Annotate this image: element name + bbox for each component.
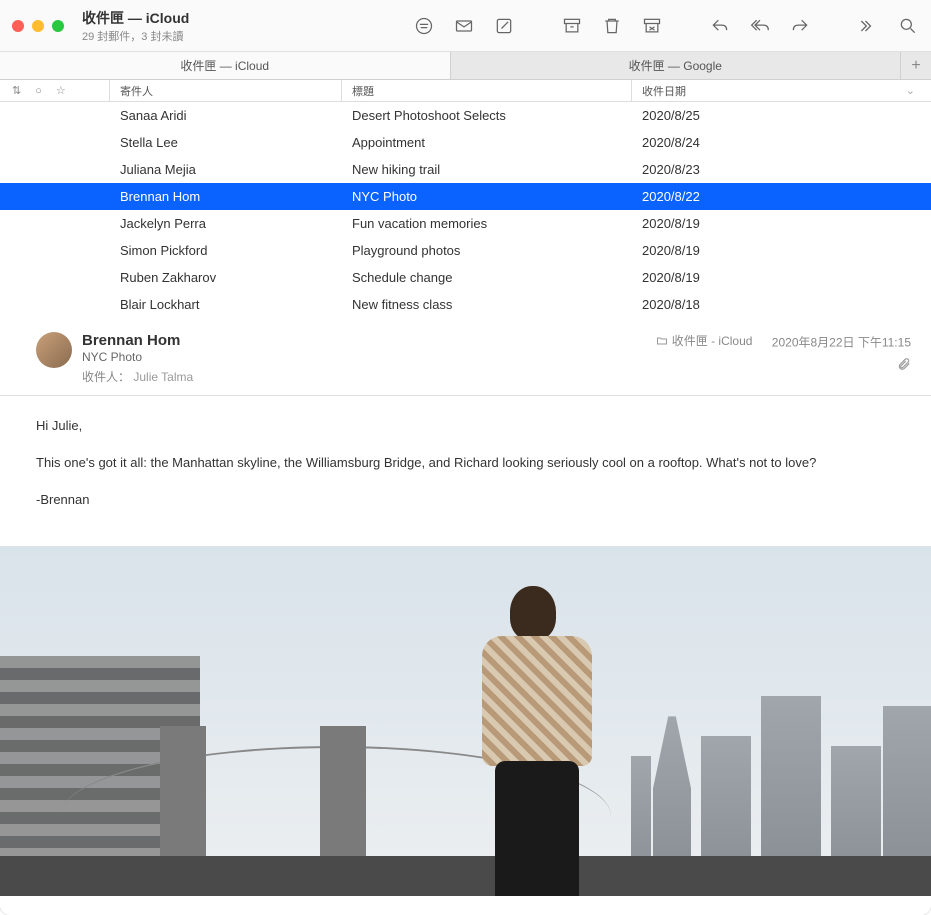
preview-datetime: 2020年8月22日 下午11:15 [772,336,911,350]
row-sender: Brennan Hom [120,189,352,204]
trash-icon[interactable] [601,15,623,37]
body-paragraph: This one's got it all: the Manhattan sky… [36,453,895,474]
row-sender: Blair Lockhart [120,297,352,312]
row-subject: Appointment [352,135,642,150]
tab-google[interactable]: 收件匣 — Google [451,52,902,79]
flag-filter-icon[interactable]: ☆ [56,84,66,97]
sort-icon[interactable]: ⇅ [12,84,21,97]
row-subject: Playground photos [352,243,642,258]
more-icon[interactable] [857,15,879,37]
junk-icon[interactable] [641,15,663,37]
minimize-window-button[interactable] [32,20,44,32]
reply-icon[interactable] [709,15,731,37]
window-title: 收件匣 — iCloud [82,8,189,28]
chevron-down-icon: ⌄ [906,84,915,97]
unread-filter-icon[interactable]: ○ [35,85,42,97]
filter-icon[interactable] [413,15,435,37]
reply-all-icon[interactable] [749,15,771,37]
row-subject: Fun vacation memories [352,216,642,231]
table-row[interactable]: Stella LeeAppointment2020/8/24 [0,129,931,156]
body-signature: -Brennan [36,490,895,511]
window-subtitle: 29 封郵件，3 封未讀 [82,28,189,44]
tab-bar: 收件匣 — iCloud 收件匣 — Google + [0,52,931,80]
body-greeting: Hi Julie, [36,416,895,437]
message-list: Sanaa AridiDesert Photoshoot Selects2020… [0,102,931,318]
attachment-photo[interactable] [0,546,931,896]
compose-icon[interactable] [493,15,515,37]
message-list-header: ⇅ ○ ☆ 寄件人 標題 收件日期⌄ [0,80,931,102]
column-subject[interactable]: 標題 [342,80,632,101]
row-subject: New hiking trail [352,162,642,177]
folder-badge[interactable]: 收件匣 - iCloud [656,332,753,349]
row-sender: Ruben Zakharov [120,270,352,285]
table-row[interactable]: Ruben ZakharovSchedule change2020/8/19 [0,264,931,291]
row-sender: Jackelyn Perra [120,216,352,231]
table-row[interactable]: Juliana MejiaNew hiking trail2020/8/23 [0,156,931,183]
row-subject: Desert Photoshoot Selects [352,108,642,123]
row-date: 2020/8/19 [642,243,931,258]
row-sender: Stella Lee [120,135,352,150]
table-row[interactable]: Brennan HomNYC Photo2020/8/22 [0,183,931,210]
close-window-button[interactable] [12,20,24,32]
row-sender: Simon Pickford [120,243,352,258]
column-date[interactable]: 收件日期⌄ [632,80,931,101]
preview-to: 收件人： Julie Talma [82,368,646,385]
window-titlebar: 收件匣 — iCloud 29 封郵件，3 封未讀 [0,0,931,52]
table-row[interactable]: Blair LockhartNew fitness class2020/8/18 [0,291,931,318]
table-row[interactable]: Jackelyn PerraFun vacation memories2020/… [0,210,931,237]
toolbar [413,15,919,37]
tab-icloud[interactable]: 收件匣 — iCloud [0,52,451,79]
traffic-lights [12,20,64,32]
table-row[interactable]: Simon PickfordPlayground photos2020/8/19 [0,237,931,264]
search-icon[interactable] [897,15,919,37]
preview-meta: 收件匣 - iCloud 2020年8月22日 下午11:15 [656,332,911,385]
row-date: 2020/8/22 [642,189,931,204]
row-date: 2020/8/19 [642,216,931,231]
preview-header: Brennan Hom NYC Photo 收件人： Julie Talma 收… [0,318,931,396]
row-subject: New fitness class [352,297,642,312]
row-date: 2020/8/18 [642,297,931,312]
preview-from: Brennan Hom [82,332,646,349]
preview-subject: NYC Photo [82,350,646,364]
avatar [36,332,72,368]
maximize-window-button[interactable] [52,20,64,32]
row-subject: NYC Photo [352,189,642,204]
row-date: 2020/8/23 [642,162,931,177]
preview-body: Hi Julie, This one's got it all: the Man… [0,396,931,546]
attachment-icon[interactable] [656,357,911,374]
column-sender[interactable]: 寄件人 [110,80,342,101]
forward-icon[interactable] [789,15,811,37]
new-tab-button[interactable]: + [901,52,931,79]
table-row[interactable]: Sanaa AridiDesert Photoshoot Selects2020… [0,102,931,129]
row-sender: Juliana Mejia [120,162,352,177]
row-date: 2020/8/24 [642,135,931,150]
row-sender: Sanaa Aridi [120,108,352,123]
mark-unread-icon[interactable] [453,15,475,37]
row-date: 2020/8/25 [642,108,931,123]
archive-icon[interactable] [561,15,583,37]
window-title-info: 收件匣 — iCloud 29 封郵件，3 封未讀 [82,8,189,44]
row-date: 2020/8/19 [642,270,931,285]
row-subject: Schedule change [352,270,642,285]
